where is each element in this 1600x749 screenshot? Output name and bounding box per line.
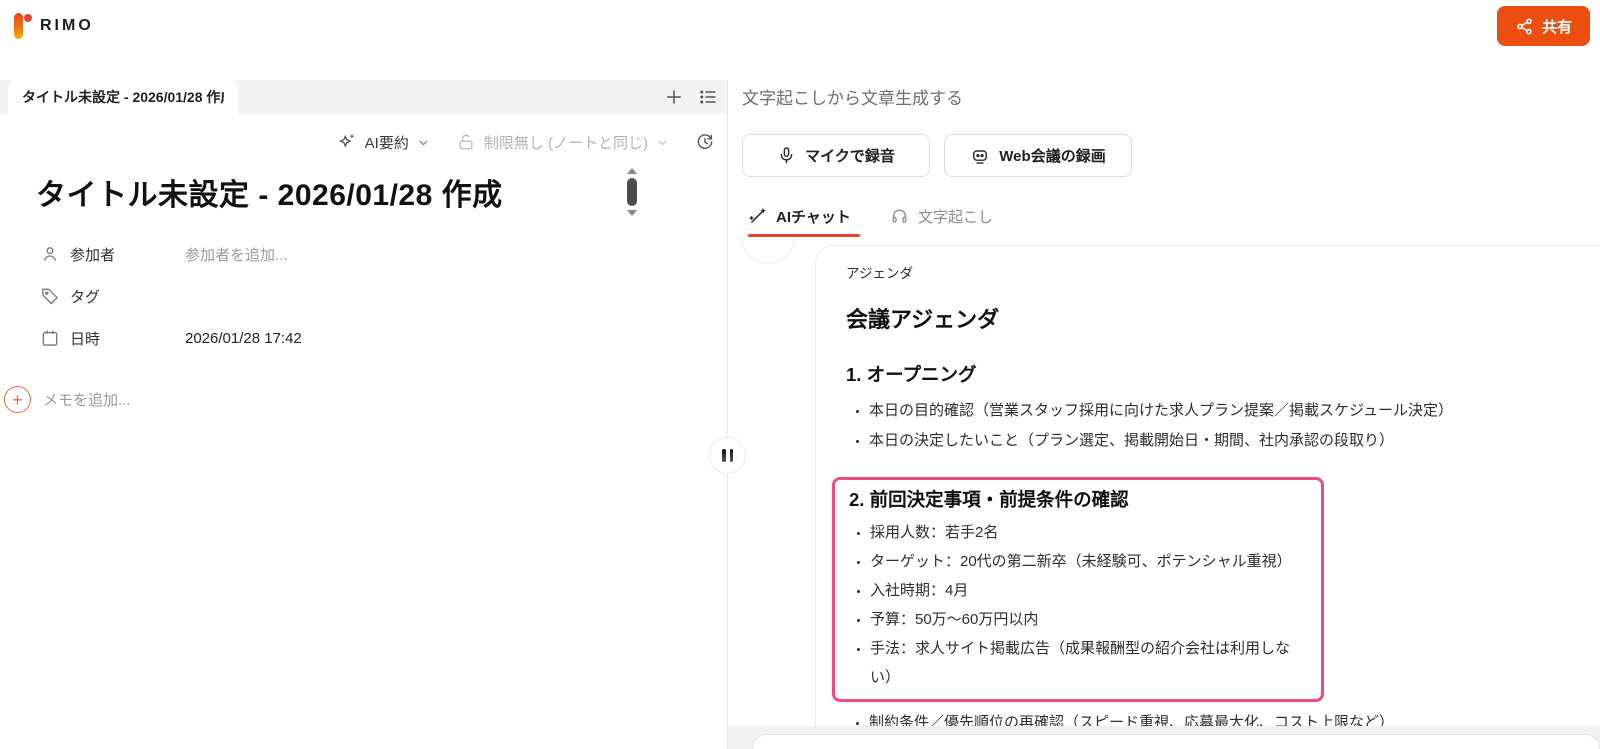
agenda-title: 会議アジェンダ xyxy=(846,307,1000,332)
add-memo-label: メモを追加... xyxy=(43,392,131,409)
agenda-card: アジェンダ 会議アジェンダ 1. オープニング本日の目的確認（営業スタッフ採用に… xyxy=(815,245,1600,726)
app-header: RIMO 共有 xyxy=(0,0,1600,52)
history-button[interactable] xyxy=(695,132,715,152)
bullet-item: ターゲット：20代の第二新卒（未経験可、ポテンシャル重視） xyxy=(870,547,1311,576)
chevron-down-icon xyxy=(417,136,430,149)
note-tab[interactable]: タイトル未設定 - 2026/01/28 作成 xyxy=(8,80,238,114)
scroll-down-arrow-icon[interactable] xyxy=(627,210,637,216)
microphone-icon xyxy=(777,146,796,165)
meta-row-participants: 参加者 参加者を追加... xyxy=(40,240,302,268)
section-heading: 1. オープニング xyxy=(846,364,977,385)
tag-icon xyxy=(40,286,60,306)
note-tab-title: タイトル未設定 - 2026/01/28 作成 xyxy=(22,89,224,105)
bullet-item: 本日の目的確認（営業スタッフ採用に向けた求人プラン提案／掲載スケジュール決定） xyxy=(869,396,1560,426)
add-memo-button[interactable]: + メモを追加... xyxy=(4,386,131,413)
generate-heading: 文字起こしから文章生成する xyxy=(742,89,963,108)
sparkles-icon xyxy=(337,132,357,152)
lock-open-icon xyxy=(456,132,476,152)
ai-summary-label: AI要約 xyxy=(364,134,409,152)
webcam-icon xyxy=(970,146,990,166)
add-tab-button[interactable] xyxy=(662,85,686,109)
note-meta: 参加者 参加者を追加... タグ 日時 2026/01/28 17:42 xyxy=(40,240,302,366)
headphones-icon xyxy=(890,207,909,226)
add-participant-field[interactable]: 参加者を追加... xyxy=(185,244,288,265)
note-list-icon[interactable] xyxy=(696,85,720,109)
active-tab-underline xyxy=(748,234,860,237)
note-toolbar: AI要約 制限無し (ノートと同じ) xyxy=(0,122,727,162)
agenda-kicker: アジェンダ xyxy=(846,266,913,281)
bullet-list: 採用人数：若手2名ターゲット：20代の第二新卒（未経験可、ポテンシャル重視）入社… xyxy=(849,518,1311,692)
bullet-item: 予算：50万〜60万円以内 xyxy=(870,605,1311,634)
right-panel-tabs: AIチャット 文字起こし xyxy=(728,196,1600,237)
ai-summary-dropdown[interactable]: AI要約 xyxy=(337,132,430,153)
bullet-item: 本日の決定したいこと（プラン選定、掲載開始日・期間、社内承認の段取り） xyxy=(869,426,1560,456)
record-meeting-label: Web会議の録画 xyxy=(999,148,1106,165)
tags-label: タグ xyxy=(70,288,101,306)
section-heading: 2. 前回決定事項・前提条件の確認 xyxy=(849,489,1129,510)
tab-ai-chat[interactable]: AIチャット xyxy=(748,196,860,237)
bullet-item: 手法：求人サイト掲載広告（成果報酬型の紹介会社は利用しない） xyxy=(870,634,1311,692)
share-icon xyxy=(1515,17,1534,36)
chevron-down-icon xyxy=(656,136,669,149)
record-buttons: マイクで録音 Web会議の録画 xyxy=(742,134,1132,177)
bullet-item: 制約条件／優先順位の再確認（スピード重視、応募最大化、コスト上限など） xyxy=(869,708,1560,726)
agenda-section: 1. オープニング本日の目的確認（営業スタッフ採用に向けた求人プラン提案／掲載ス… xyxy=(846,361,1560,456)
tab-ai-chat-label: AIチャット xyxy=(776,209,851,226)
rimo-logo: RIMO xyxy=(14,12,94,40)
chat-input-card[interactable] xyxy=(752,734,1600,749)
agenda-section: 2. 前回決定事項・前提条件の確認採用人数：若手2名ターゲット：20代の第二新卒… xyxy=(832,477,1560,726)
tab-transcript-label: 文字起こし xyxy=(918,209,994,226)
meta-row-datetime: 日時 2026/01/28 17:42 xyxy=(40,324,302,352)
note-title[interactable]: タイトル未設定 - 2026/01/28 作成 xyxy=(36,170,616,214)
permission-label: 制限無し (ノートと同じ) xyxy=(483,134,648,152)
record-mic-label: マイクで録音 xyxy=(805,148,895,165)
title-scrollbar[interactable] xyxy=(626,168,638,230)
note-tabstrip: タイトル未設定 - 2026/01/28 作成 xyxy=(0,80,727,114)
record-meeting-button[interactable]: Web会議の録画 xyxy=(944,134,1132,177)
participants-label: 参加者 xyxy=(70,246,116,264)
highlight-box: 2. 前回決定事項・前提条件の確認採用人数：若手2名ターゲット：20代の第二新卒… xyxy=(832,477,1324,702)
bullet-item: 採用人数：若手2名 xyxy=(870,518,1311,547)
bullet-list: 制約条件／優先順位の再確認（スピード重視、応募最大化、コスト上限など） xyxy=(846,708,1560,726)
meta-row-tags: タグ xyxy=(40,282,302,310)
magic-wand-icon xyxy=(748,207,767,226)
rimo-logo-text: RIMO xyxy=(40,17,94,34)
agenda-sections: 1. オープニング本日の目的確認（営業スタッフ採用に向けた求人プラン提案／掲載ス… xyxy=(832,361,1560,726)
panel-collapse-handle[interactable] xyxy=(709,437,746,474)
history-icon xyxy=(695,132,715,152)
record-mic-button[interactable]: マイクで録音 xyxy=(742,134,930,177)
bullet-item: 入社時期：4月 xyxy=(870,576,1311,605)
panel-divider xyxy=(727,80,728,749)
tab-transcript[interactable]: 文字起こし xyxy=(890,196,1014,237)
scroll-up-arrow-icon[interactable] xyxy=(627,168,637,174)
pause-icon xyxy=(722,449,726,462)
bullet-list: 本日の目的確認（営業スタッフ採用に向けた求人プラン提案／掲載スケジュール決定）本… xyxy=(846,396,1560,456)
rimo-logo-icon xyxy=(14,12,32,40)
permission-dropdown[interactable]: 制限無し (ノートと同じ) xyxy=(456,132,669,153)
datetime-label: 日時 xyxy=(70,330,101,348)
person-icon xyxy=(40,244,60,264)
calendar-icon xyxy=(40,328,60,348)
share-button-label: 共有 xyxy=(1541,18,1572,36)
plus-circle-icon: + xyxy=(4,386,31,413)
scrollbar-thumb[interactable] xyxy=(627,178,637,206)
share-button[interactable]: 共有 xyxy=(1496,6,1590,46)
datetime-value[interactable]: 2026/01/28 17:42 xyxy=(185,330,302,347)
